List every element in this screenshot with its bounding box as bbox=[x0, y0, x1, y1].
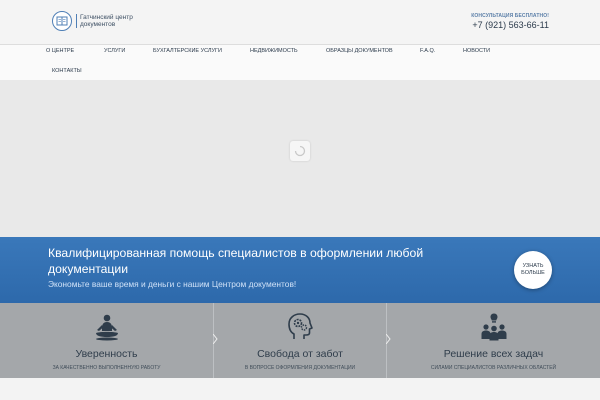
feature-title: Свобода от забот bbox=[257, 348, 343, 360]
banner-subtitle: Экономьте ваше время и деньги с нашим Це… bbox=[48, 279, 297, 289]
nav-item-samples[interactable]: ОБРАЗЦЫ ДОКУМЕНТОВ bbox=[326, 48, 393, 54]
feature-subtitle: ЗА КАЧЕСТВЕННО ВЫПОЛНЕННУЮ РАБОТУ bbox=[52, 365, 161, 371]
promo-banner: Квалифицированная помощь специалистов в … bbox=[0, 237, 600, 303]
team-icon bbox=[481, 313, 506, 341]
banner-title: Квалифицированная помощь специалистов в … bbox=[48, 246, 424, 276]
feature-confidence: Уверенность ЗА КАЧЕСТВЕННО ВЫПОЛНЕННУЮ Р… bbox=[0, 303, 213, 378]
feature-subtitle: СИЛАМИ СПЕЦИАЛИСТОВ РАЗЛИЧНЫХ ОБЛАСТЕЙ bbox=[430, 365, 557, 371]
site-header: Гатчинский центр документов КОНСУЛЬТАЦИЯ… bbox=[0, 0, 600, 44]
nav-item-services[interactable]: УСЛУГИ bbox=[104, 48, 125, 54]
loading-spinner-icon bbox=[290, 141, 310, 161]
main-nav: О ЦЕНТРЕ УСЛУГИ БУХГАЛТЕРСКИЕ УСЛУГИ НЕД… bbox=[0, 44, 600, 80]
feature-freedom: Свобода от забот В ВОПРОСЕ ОФОРМЛЕНИЯ ДО… bbox=[214, 303, 386, 378]
logo-icon[interactable] bbox=[52, 11, 72, 31]
feature-title: Уверенность bbox=[75, 348, 138, 360]
nav-item-about[interactable]: О ЦЕНТРЕ bbox=[46, 48, 74, 54]
nav-item-news[interactable]: НОВОСТИ bbox=[463, 48, 490, 54]
feature-solutions: Решение всех задач СИЛАМИ СПЕЦИАЛИСТОВ Р… bbox=[387, 303, 600, 378]
nav-item-real-estate[interactable]: НЕДВИЖИМОСТЬ bbox=[250, 48, 298, 54]
phone-number[interactable]: +7 (921) 563-66-11 bbox=[472, 20, 549, 30]
chevron-right-icon bbox=[386, 334, 391, 344]
nav-item-faq[interactable]: F.A.Q. bbox=[420, 48, 435, 54]
logo-text[interactable]: Гатчинский центр документов bbox=[76, 14, 166, 28]
feature-title: Решение всех задач bbox=[443, 348, 544, 360]
next-section bbox=[0, 378, 600, 400]
meditation-icon bbox=[95, 314, 118, 341]
free-consultation-label: КОНСУЛЬТАЦИЯ БЕСПЛАТНО! bbox=[471, 13, 549, 19]
nav-item-contacts[interactable]: КОНТАКТЫ bbox=[52, 68, 82, 74]
head-gears-icon bbox=[288, 313, 313, 339]
chevron-right-icon bbox=[213, 334, 218, 344]
features-strip: Уверенность ЗА КАЧЕСТВЕННО ВЫПОЛНЕННУЮ Р… bbox=[0, 303, 600, 378]
nav-item-accounting[interactable]: БУХГАЛТЕРСКИЕ УСЛУГИ bbox=[153, 48, 222, 54]
feature-subtitle: В ВОПРОСЕ ОФОРМЛЕНИЯ ДОКУМЕНТАЦИИ bbox=[244, 365, 356, 371]
learn-more-button[interactable]: УЗНАТЬ БОЛЬШЕ bbox=[514, 251, 552, 289]
